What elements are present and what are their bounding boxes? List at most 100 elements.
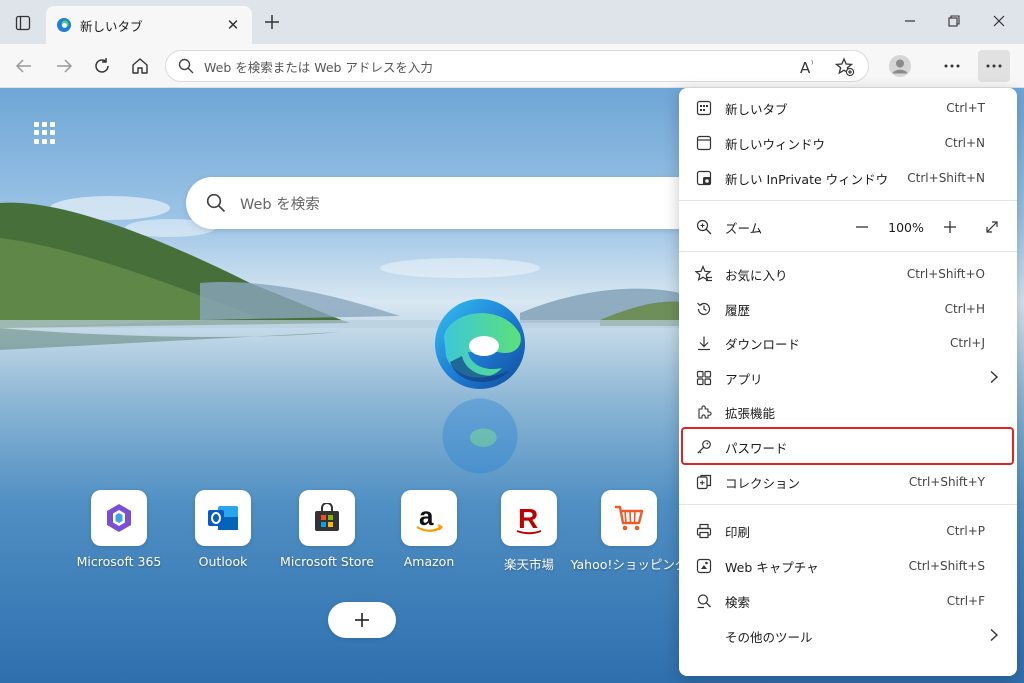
menu-item-shortcut: Ctrl+P [946,524,985,538]
restore-icon [948,15,960,27]
add-shortcut-button[interactable] [328,602,396,638]
menu-item-label: コレクション [725,475,801,491]
menu-item-history[interactable]: 履歴 Ctrl+H [679,292,1017,326]
back-button[interactable] [8,50,40,82]
quick-link-microsoft-store[interactable]: Microsoft Store [272,490,382,569]
settings-and-more-button[interactable] [978,50,1010,82]
menu-item-more-tools[interactable]: その他のツール [679,619,1017,653]
menu-item-extensions[interactable]: 拡張機能 [679,395,1017,429]
tab-close-icon[interactable]: ✕ [224,16,242,34]
address-bar-placeholder: Web を検索または Web アドレスを入力 [204,59,433,75]
window-icon [695,134,713,152]
menu-separator [679,200,1017,201]
menu-item-label: お気に入り [725,267,788,283]
tab-actions-button[interactable] [8,8,38,38]
menu-item-new-tab[interactable]: 新しいタブ Ctrl+T [679,91,1017,125]
outlook-icon [208,506,238,530]
avatar-icon [889,55,911,77]
settings-and-more-menu: 新しいタブ Ctrl+T 新しいウィンドウ Ctrl+N 新しい InPriva… [679,88,1017,676]
menu-item-new-window[interactable]: 新しいウィンドウ Ctrl+N [679,126,1017,160]
menu-item-find[interactable]: 検索 Ctrl+F [679,584,1017,618]
amazon-tile: a [401,490,457,546]
yahoo-shopping-tile [601,490,657,546]
menu-item-label: 拡張機能 [725,405,776,421]
ellipsis-icon [944,64,960,68]
inprivate-icon [695,169,713,187]
menu-item-downloads[interactable]: ダウンロード Ctrl+J [679,326,1017,360]
menu-item-label: 新しい InPrivate ウィンドウ [725,171,889,187]
close-icon [993,15,1005,27]
menu-item-apps[interactable]: アプリ [679,361,1017,395]
quick-link-label: Microsoft 365 [76,554,162,569]
menu-item-label: 検索 [725,594,751,610]
menu-item-print[interactable]: 印刷 Ctrl+P [679,514,1017,548]
menu-item-label: 印刷 [725,524,751,540]
search-icon [178,58,194,74]
home-button[interactable] [124,50,156,82]
apps-icon [695,369,713,387]
app-launcher-icon[interactable] [34,122,56,144]
chevron-right-icon [990,628,999,642]
microsoft-store-tile [299,490,355,546]
arrow-right-icon [57,59,73,73]
menu-item-shortcut: Ctrl+J [950,336,985,350]
read-aloud-button[interactable]: A ⁾ [798,56,820,78]
menu-item-shortcut: Ctrl+H [944,302,985,316]
close-window-button[interactable] [985,8,1013,34]
more-button[interactable] [936,50,968,82]
tab-title: 新しいタブ [80,18,143,34]
zoom-in-button[interactable] [937,210,963,244]
menu-item-shortcut: Ctrl+T [946,101,985,115]
new-tab-icon [695,99,713,117]
quick-link-label: 楽天市場 [503,557,554,572]
menu-item-web-capture[interactable]: Web キャプチャ Ctrl+Shift+S [679,549,1017,583]
find-on-page-icon [695,592,713,610]
add-favorite-button[interactable] [834,56,856,78]
outlook-tile [195,490,251,546]
rakuten-icon: R [516,503,542,535]
menu-item-shortcut: Ctrl+N [944,136,985,150]
menu-item-shortcut: Ctrl+Shift+Y [908,475,985,489]
history-icon [695,300,713,318]
menu-item-label: 新しいタブ [725,101,788,117]
menu-item-label: ダウンロード [725,336,801,352]
tab-new-tab[interactable]: 新しいタブ ✕ [46,6,252,44]
menu-item-favorites[interactable]: お気に入り Ctrl+Shift+O [679,257,1017,291]
search-icon [206,193,226,213]
menu-item-shortcut: Ctrl+Shift+O [906,267,985,281]
address-bar[interactable]: Web を検索または Web アドレスを入力 A ⁾ [165,50,869,82]
quick-link-amazon[interactable]: a Amazon [374,490,484,569]
plus-icon [355,613,369,627]
arrow-left-icon [15,59,31,73]
menu-separator [679,504,1017,505]
menu-item-label: Web キャプチャ [725,559,819,575]
zoom-out-button[interactable] [849,210,875,244]
new-tab-button[interactable] [258,8,286,36]
quick-link-microsoft-365[interactable]: Microsoft 365 [64,490,174,569]
rakuten-tile: R [501,490,557,546]
edge-logo-icon [435,299,525,389]
chevron-right-icon [990,370,999,384]
home-icon [132,58,148,74]
fullscreen-button[interactable] [979,210,1005,244]
profile-button[interactable] [884,50,916,82]
menu-item-collections[interactable]: コレクション Ctrl+Shift+Y [679,465,1017,499]
menu-separator [679,251,1017,252]
quick-link-label: Amazon [403,554,455,569]
svg-text:A: A [800,59,811,76]
microsoft-store-icon [315,503,339,531]
quick-link-outlook[interactable]: Outlook [168,490,278,569]
minimize-button[interactable] [896,8,924,34]
puzzle-icon [695,403,713,421]
tab-actions-icon [15,15,31,31]
menu-item-new-inprivate[interactable]: 新しい InPrivate ウィンドウ Ctrl+Shift+N [679,161,1017,195]
quick-link-yahoo-shopping[interactable]: Yahoo!ショッピング [571,490,687,573]
quick-link-rakuten[interactable]: R 楽天市場 [474,490,584,573]
star-add-icon [835,57,855,77]
restore-button[interactable] [940,8,968,34]
forward-button[interactable] [48,50,80,82]
menu-item-shortcut: Ctrl+Shift+N [907,171,985,185]
refresh-button[interactable] [86,50,118,82]
amazon-icon: a [416,501,444,532]
svg-text:⁾: ⁾ [811,60,813,70]
